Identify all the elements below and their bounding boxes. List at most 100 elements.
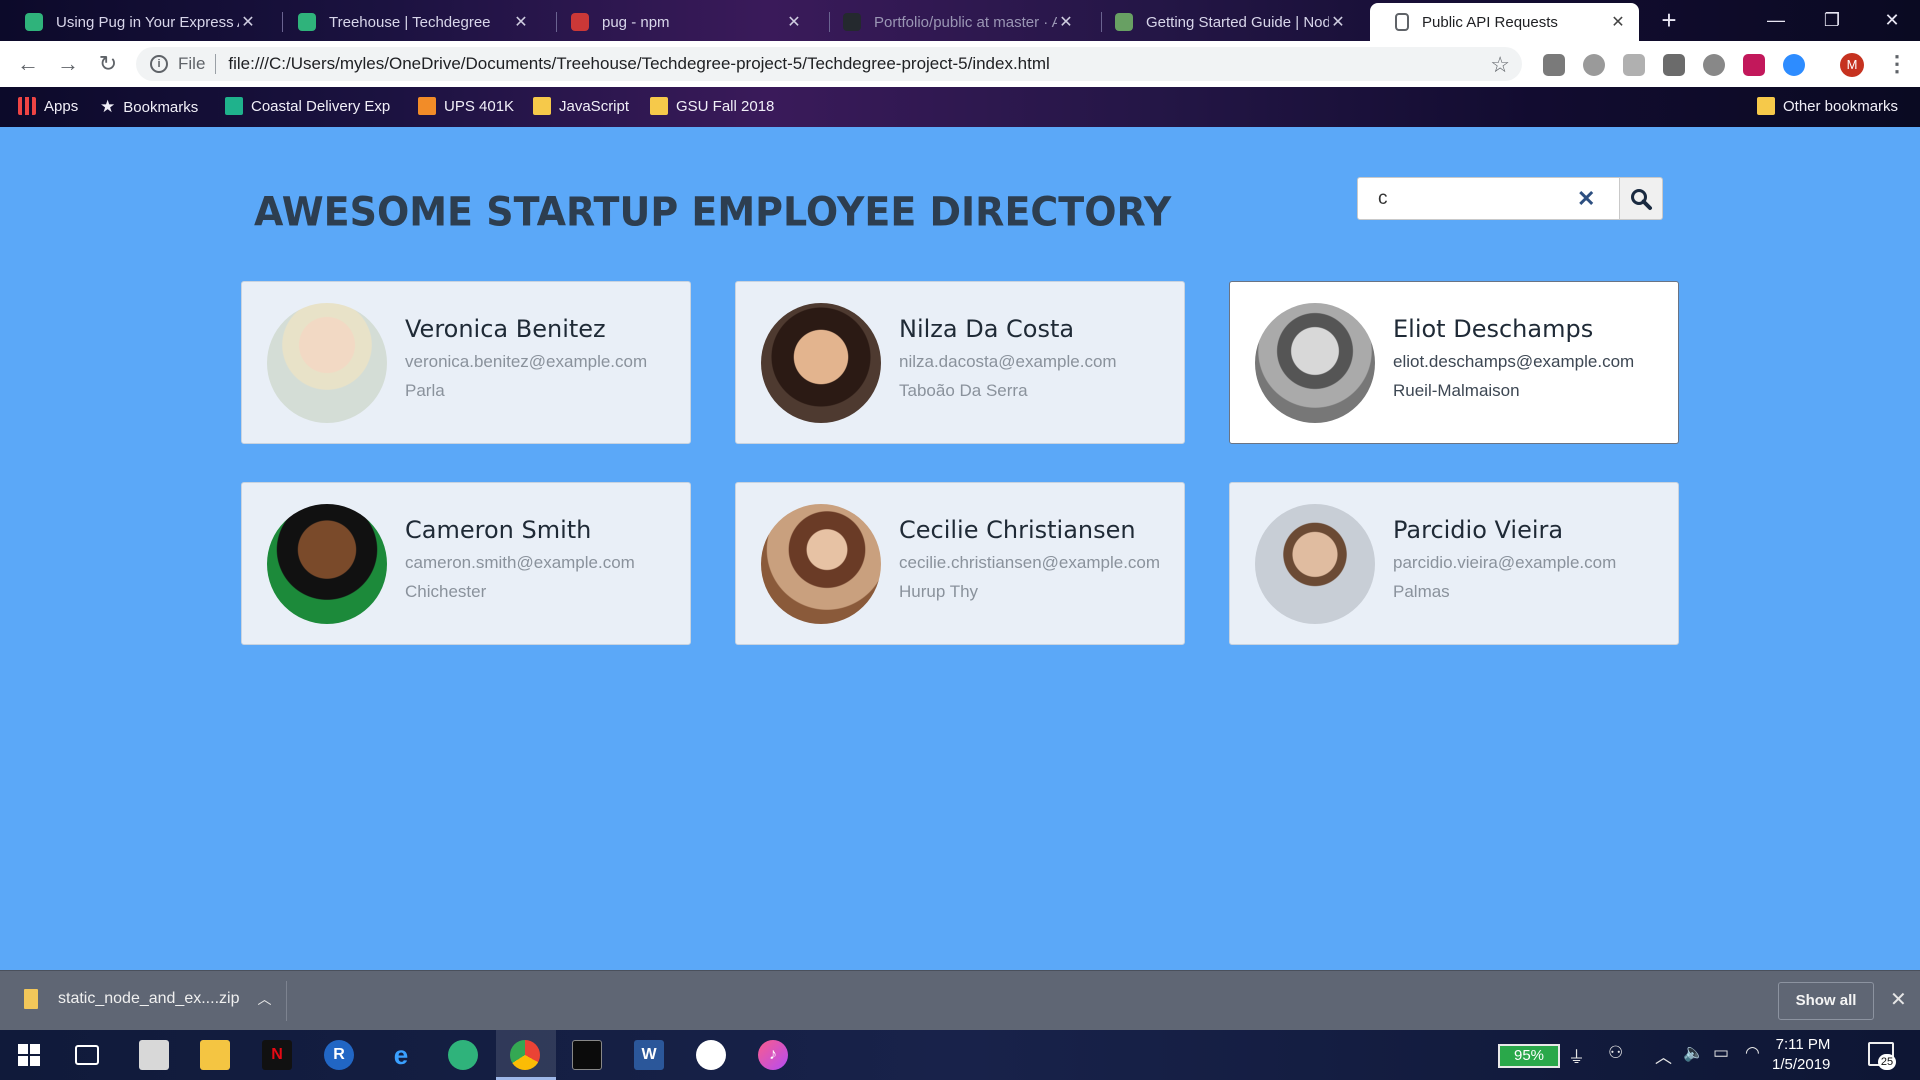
close-icon[interactable]: ✕ xyxy=(1577,186,1595,212)
tab-portfolio[interactable]: Portfolio/public at master · A ✕ xyxy=(818,3,1087,41)
back-icon[interactable]: ← xyxy=(13,49,43,79)
employee-card[interactable]: Cecilie Christiansen cecilie.christianse… xyxy=(735,482,1185,645)
internet-explorer-icon[interactable]: e xyxy=(386,1040,416,1070)
tab-treehouse[interactable]: Treehouse | Techdegree ✕ xyxy=(273,3,542,41)
avatar xyxy=(1255,302,1375,423)
chevron-up-icon[interactable]: ︿ xyxy=(1655,1043,1672,1068)
close-icon[interactable]: ✕ xyxy=(1890,987,1907,1012)
show-all-button[interactable]: Show all xyxy=(1778,982,1874,1020)
bookmark-gsu[interactable]: GSU Fall 2018 xyxy=(650,97,774,115)
extension-icon[interactable] xyxy=(1743,54,1765,76)
url-text[interactable]: file:///C:/Users/myles/OneDrive/Document… xyxy=(228,54,1049,74)
chrome-icon[interactable] xyxy=(510,1040,540,1070)
wifi-icon[interactable]: ◠ xyxy=(1745,1043,1760,1063)
employee-email: eliot.deschamps@example.com xyxy=(1393,352,1635,371)
card-info: Cameron Smith cameron.smith@example.com … xyxy=(405,516,635,611)
download-item[interactable]: static_node_and_ex....zip ︿ xyxy=(24,989,271,1009)
employee-email: nilza.dacosta@example.com xyxy=(899,352,1117,371)
tab-public-api[interactable]: Public API Requests ✕ xyxy=(1370,3,1639,41)
employee-card[interactable]: Cameron Smith cameron.smith@example.com … xyxy=(241,482,691,645)
employee-card[interactable]: Veronica Benitez veronica.benitez@exampl… xyxy=(241,281,691,444)
battery-indicator[interactable]: 95% xyxy=(1498,1044,1560,1068)
taskbar: N R e W ♪ 95% ⏚ ⚇ ︿ 🔈 ▭ ◠ 7:11 PM 1/5/20… xyxy=(0,1030,1920,1080)
close-icon[interactable]: ✕ xyxy=(1057,12,1075,32)
card-info: Parcidio Vieira parcidio.vieira@example.… xyxy=(1393,516,1616,611)
netflix-icon[interactable]: N xyxy=(262,1040,292,1070)
close-icon[interactable]: ✕ xyxy=(785,12,803,32)
divider xyxy=(286,981,287,1021)
bookmark-coastal[interactable]: Coastal Delivery Expr xyxy=(225,97,391,115)
tab-pug-express[interactable]: Using Pug in Your Express Ap ✕ xyxy=(0,3,269,41)
employee-card[interactable]: Eliot Deschamps eliot.deschamps@example.… xyxy=(1229,281,1679,444)
employee-email: cameron.smith@example.com xyxy=(405,553,635,572)
reload-icon[interactable]: ↻ xyxy=(93,49,123,79)
close-icon[interactable]: ✕ xyxy=(512,12,530,32)
bookmark-bookmarks[interactable]: ★ Bookmarks xyxy=(100,97,198,117)
bookmark-apps[interactable]: Apps xyxy=(18,97,78,115)
tab-pug-npm[interactable]: pug - npm ✕ xyxy=(546,3,815,41)
game-icon[interactable] xyxy=(696,1040,726,1070)
employee-name: Cameron Smith xyxy=(405,516,592,544)
calculator-icon[interactable] xyxy=(139,1040,169,1070)
people-icon[interactable]: ⚇ xyxy=(1608,1043,1623,1063)
employee-city: Parla xyxy=(405,381,445,400)
profile-avatar[interactable]: M xyxy=(1840,53,1864,77)
itunes-icon[interactable]: ♪ xyxy=(758,1040,788,1070)
address-bar[interactable]: i File file:///C:/Users/myles/OneDrive/D… xyxy=(136,47,1522,81)
notification-count: 25 xyxy=(1878,1054,1896,1070)
close-icon[interactable]: ✕ xyxy=(239,12,257,32)
ups-icon xyxy=(418,97,436,115)
avatar xyxy=(267,503,387,624)
employee-email: veronica.benitez@example.com xyxy=(405,352,648,371)
word-icon[interactable]: W xyxy=(634,1040,664,1070)
help-extension-icon[interactable] xyxy=(1543,54,1565,76)
employee-email: parcidio.vieira@example.com xyxy=(1393,553,1617,572)
system-clock[interactable]: 7:11 PM 1/5/2019 xyxy=(1772,1035,1830,1075)
r-icon[interactable]: R xyxy=(324,1040,354,1070)
card-info: Cecilie Christiansen cecilie.christianse… xyxy=(899,516,1160,611)
employee-card[interactable]: Nilza Da Costa nilza.dacosta@example.com… xyxy=(735,281,1185,444)
atom-icon[interactable] xyxy=(448,1040,478,1070)
zoom-extension-icon[interactable] xyxy=(1783,54,1805,76)
task-view-icon[interactable] xyxy=(75,1045,99,1065)
npm-favicon-icon xyxy=(571,13,589,31)
bookmark-other[interactable]: Other bookmarks xyxy=(1757,97,1898,115)
close-icon[interactable]: ✕ xyxy=(1329,12,1347,32)
employee-name: Nilza Da Costa xyxy=(899,315,1075,343)
tab-title: Using Pug in Your Express Ap xyxy=(56,13,239,31)
file-explorer-icon[interactable] xyxy=(200,1040,230,1070)
employee-card[interactable]: Parcidio Vieira parcidio.vieira@example.… xyxy=(1229,482,1679,645)
info-icon[interactable]: i xyxy=(150,55,168,73)
employee-name: Eliot Deschamps xyxy=(1393,315,1594,343)
bookmark-label: Other bookmarks xyxy=(1783,97,1899,115)
forward-icon[interactable]: → xyxy=(53,49,83,79)
windows-start-icon[interactable] xyxy=(14,1040,44,1070)
menu-icon[interactable]: ⋮ xyxy=(1886,51,1908,77)
close-icon[interactable]: ✕ xyxy=(1609,12,1627,32)
terminal-icon[interactable] xyxy=(572,1040,602,1070)
employee-name: Veronica Benitez xyxy=(405,315,606,343)
chevron-up-icon[interactable]: ︿ xyxy=(257,989,271,1009)
dropbox-icon[interactable] xyxy=(1663,54,1685,76)
tab-title: pug - npm xyxy=(602,13,670,31)
extension-icon[interactable] xyxy=(1623,54,1645,76)
tab-strip: Using Pug in Your Express Ap ✕ Treehouse… xyxy=(0,0,1920,41)
volume-icon[interactable]: 🔈 xyxy=(1683,1043,1704,1063)
battery-icon[interactable]: ▭ xyxy=(1713,1043,1729,1063)
new-tab-button[interactable]: + xyxy=(1654,6,1684,36)
restore-button[interactable]: ❐ xyxy=(1812,4,1852,36)
extension-icon[interactable] xyxy=(1583,54,1605,76)
bookmark-label: Coastal Delivery Expr xyxy=(251,97,391,115)
search-button[interactable] xyxy=(1620,177,1663,220)
tab-title: Portfolio/public at master · A xyxy=(874,13,1057,31)
employee-city: Rueil-Malmaison xyxy=(1393,381,1520,400)
minimize-button[interactable]: — xyxy=(1756,4,1796,36)
zip-file-icon xyxy=(24,989,38,1009)
close-window-button[interactable]: ✕ xyxy=(1872,4,1912,36)
tab-node-guide[interactable]: Getting Started Guide | Node ✕ xyxy=(1090,3,1359,41)
extension-icon[interactable] xyxy=(1703,54,1725,76)
url-scheme: File xyxy=(178,54,206,73)
bookmark-ups[interactable]: UPS 401K xyxy=(418,97,514,115)
bookmark-star-icon[interactable]: ☆ xyxy=(1490,52,1510,78)
bookmark-javascript[interactable]: JavaScript xyxy=(533,97,629,115)
